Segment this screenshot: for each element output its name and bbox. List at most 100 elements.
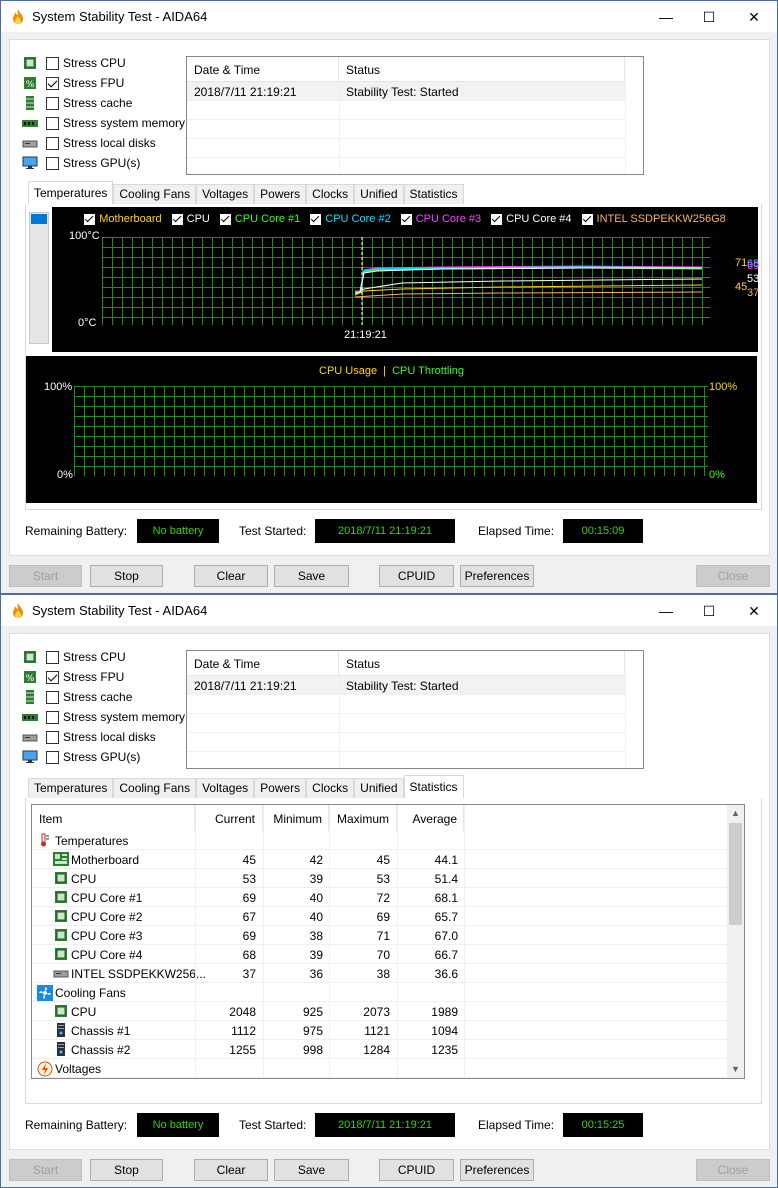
save-button[interactable]: Save <box>274 1159 349 1181</box>
legend-checkbox[interactable] <box>219 213 231 225</box>
stress-option-stress-cpu[interactable]: Stress CPU <box>22 54 126 72</box>
stress-checkbox[interactable] <box>46 710 59 724</box>
stress-checkbox[interactable] <box>46 116 59 130</box>
stress-option-stress-cache[interactable]: Stress cache <box>22 688 132 706</box>
legend-intel-ssdpekkw256g8[interactable]: INTEL SSDPEKKW256G8 <box>581 213 726 225</box>
stats-item-row[interactable]: CPU 53 39 53 51.4 <box>32 869 729 888</box>
cpuid-button[interactable]: CPUID <box>379 565 454 587</box>
log-header-datetime[interactable]: Date & Time <box>187 651 339 676</box>
stress-option-stress-local-disks[interactable]: Stress local disks <box>22 134 156 152</box>
stats-group-row[interactable]: Voltages <box>32 1059 729 1078</box>
tab-voltages[interactable]: Voltages <box>196 778 255 798</box>
tab-voltages[interactable]: Voltages <box>196 184 255 204</box>
stop-button[interactable]: Stop <box>90 565 163 587</box>
title-bar[interactable]: System Stability Test - AIDA64 — ☐ ✕ <box>1 1 777 32</box>
stress-option-stress-system-memory[interactable]: Stress system memory <box>22 708 185 726</box>
preferences-button[interactable]: Preferences <box>460 565 534 587</box>
stats-item-row[interactable]: CPU 2048 925 2073 1989 <box>32 1002 729 1021</box>
title-bar[interactable]: System Stability Test - AIDA64 — ☐ ✕ <box>1 595 777 626</box>
stress-checkbox[interactable] <box>46 76 59 90</box>
stats-header-average[interactable]: Average <box>397 805 464 831</box>
tab-temperatures[interactable]: Temperatures <box>28 778 114 798</box>
stats-group-row[interactable]: Cooling Fans <box>32 983 729 1002</box>
legend-checkbox[interactable] <box>171 213 183 225</box>
log-header-datetime[interactable]: Date & Time <box>187 57 339 82</box>
slider-thumb[interactable] <box>31 214 47 224</box>
stress-option-stress-fpu[interactable]: % Stress FPU <box>22 668 124 686</box>
tab-statistics[interactable]: Statistics <box>403 775 464 798</box>
stats-item-row[interactable]: CPU Core #2 67 40 69 65.7 <box>32 907 729 926</box>
tab-powers[interactable]: Powers <box>254 778 307 798</box>
tab-powers[interactable]: Powers <box>254 184 307 204</box>
close-button[interactable]: Close <box>696 1159 770 1181</box>
stats-item-row[interactable]: Chassis #2 1255 998 1284 1235 <box>32 1040 729 1059</box>
legend-cpu-core-2[interactable]: CPU Core #2 <box>310 213 391 225</box>
scroll-down-icon[interactable]: ▼ <box>731 1064 740 1074</box>
stats-item-row[interactable]: CPU Core #4 68 39 70 66.7 <box>32 945 729 964</box>
stats-header-maximum[interactable]: Maximum <box>329 805 397 831</box>
legend-checkbox[interactable] <box>84 213 96 225</box>
stress-checkbox[interactable] <box>46 136 59 150</box>
maximize-icon[interactable]: ☐ <box>699 7 719 27</box>
cpuid-button[interactable]: CPUID <box>379 1159 454 1181</box>
tab-statistics[interactable]: Statistics <box>403 184 464 204</box>
stats-header-item[interactable]: Item <box>32 805 195 831</box>
log-row[interactable]: 2018/7/11 21:19:21 Stability Test: Start… <box>187 676 625 695</box>
stress-option-stress-fpu[interactable]: % Stress FPU <box>22 74 124 92</box>
tab-temperatures[interactable]: Temperatures <box>28 181 114 204</box>
stress-checkbox[interactable] <box>46 156 59 170</box>
tab-clocks[interactable]: Clocks <box>306 184 355 204</box>
legend-cpu-core-4[interactable]: CPU Core #4 <box>491 213 572 225</box>
stress-option-stress-gpu-s-[interactable]: Stress GPU(s) <box>22 154 140 172</box>
stats-header-minimum[interactable]: Minimum <box>263 805 329 831</box>
stress-option-stress-cpu[interactable]: Stress CPU <box>22 648 126 666</box>
stats-item-row[interactable]: Motherboard 45 42 45 44.1 <box>32 850 729 869</box>
stress-checkbox[interactable] <box>46 730 59 744</box>
stress-checkbox[interactable] <box>46 750 59 764</box>
legend-motherboard[interactable]: Motherboard <box>84 213 162 225</box>
scroll-thumb[interactable] <box>729 823 742 925</box>
tab-unified[interactable]: Unified <box>354 778 404 798</box>
graph-scroll-slider[interactable] <box>29 212 49 344</box>
stress-option-stress-local-disks[interactable]: Stress local disks <box>22 728 156 746</box>
tab-unified[interactable]: Unified <box>354 184 404 204</box>
close-icon[interactable]: ✕ <box>744 601 764 621</box>
stats-header-current[interactable]: Current <box>195 805 263 831</box>
start-button[interactable]: Start <box>9 565 82 587</box>
save-button[interactable]: Save <box>274 565 349 587</box>
log-header-status[interactable]: Status <box>339 57 625 82</box>
stress-checkbox[interactable] <box>46 650 59 664</box>
minimize-icon[interactable]: — <box>656 601 676 621</box>
legend-checkbox[interactable] <box>491 213 503 225</box>
legend-checkbox[interactable] <box>581 213 593 225</box>
legend-checkbox[interactable] <box>400 213 412 225</box>
stats-item-row[interactable]: CPU Core #1 69 40 72 68.1 <box>32 888 729 907</box>
stress-checkbox[interactable] <box>46 56 59 70</box>
legend-cpu-core-1[interactable]: CPU Core #1 <box>219 213 300 225</box>
stats-item-row[interactable]: Chassis #1 1112 975 1121 1094 <box>32 1021 729 1040</box>
minimize-icon[interactable]: — <box>656 7 676 27</box>
stress-option-stress-gpu-s-[interactable]: Stress GPU(s) <box>22 748 140 766</box>
stats-item-row[interactable]: INTEL SSDPEKKW256... 37 36 38 36.6 <box>32 964 729 983</box>
stress-option-stress-cache[interactable]: Stress cache <box>22 94 132 112</box>
maximize-icon[interactable]: ☐ <box>699 601 719 621</box>
tab-cooling-fans[interactable]: Cooling Fans <box>113 778 197 798</box>
close-button[interactable]: Close <box>696 565 770 587</box>
stress-checkbox[interactable] <box>46 96 59 110</box>
stop-button[interactable]: Stop <box>90 1159 163 1181</box>
clear-button[interactable]: Clear <box>194 1159 268 1181</box>
stress-checkbox[interactable] <box>46 670 59 684</box>
tab-cooling-fans[interactable]: Cooling Fans <box>113 184 197 204</box>
scroll-up-icon[interactable]: ▲ <box>731 808 740 818</box>
log-header-status[interactable]: Status <box>339 651 625 676</box>
close-icon[interactable]: ✕ <box>744 7 764 27</box>
start-button[interactable]: Start <box>9 1159 82 1181</box>
stress-checkbox[interactable] <box>46 690 59 704</box>
preferences-button[interactable]: Preferences <box>460 1159 534 1181</box>
legend-checkbox[interactable] <box>310 213 322 225</box>
stats-vertical-scrollbar[interactable]: ▲ ▼ <box>727 805 744 1078</box>
stats-item-row[interactable]: CPU Core #3 69 38 71 67.0 <box>32 926 729 945</box>
log-row[interactable]: 2018/7/11 21:19:21 Stability Test: Start… <box>187 82 625 101</box>
legend-cpu[interactable]: CPU <box>171 213 210 225</box>
tab-clocks[interactable]: Clocks <box>306 778 355 798</box>
